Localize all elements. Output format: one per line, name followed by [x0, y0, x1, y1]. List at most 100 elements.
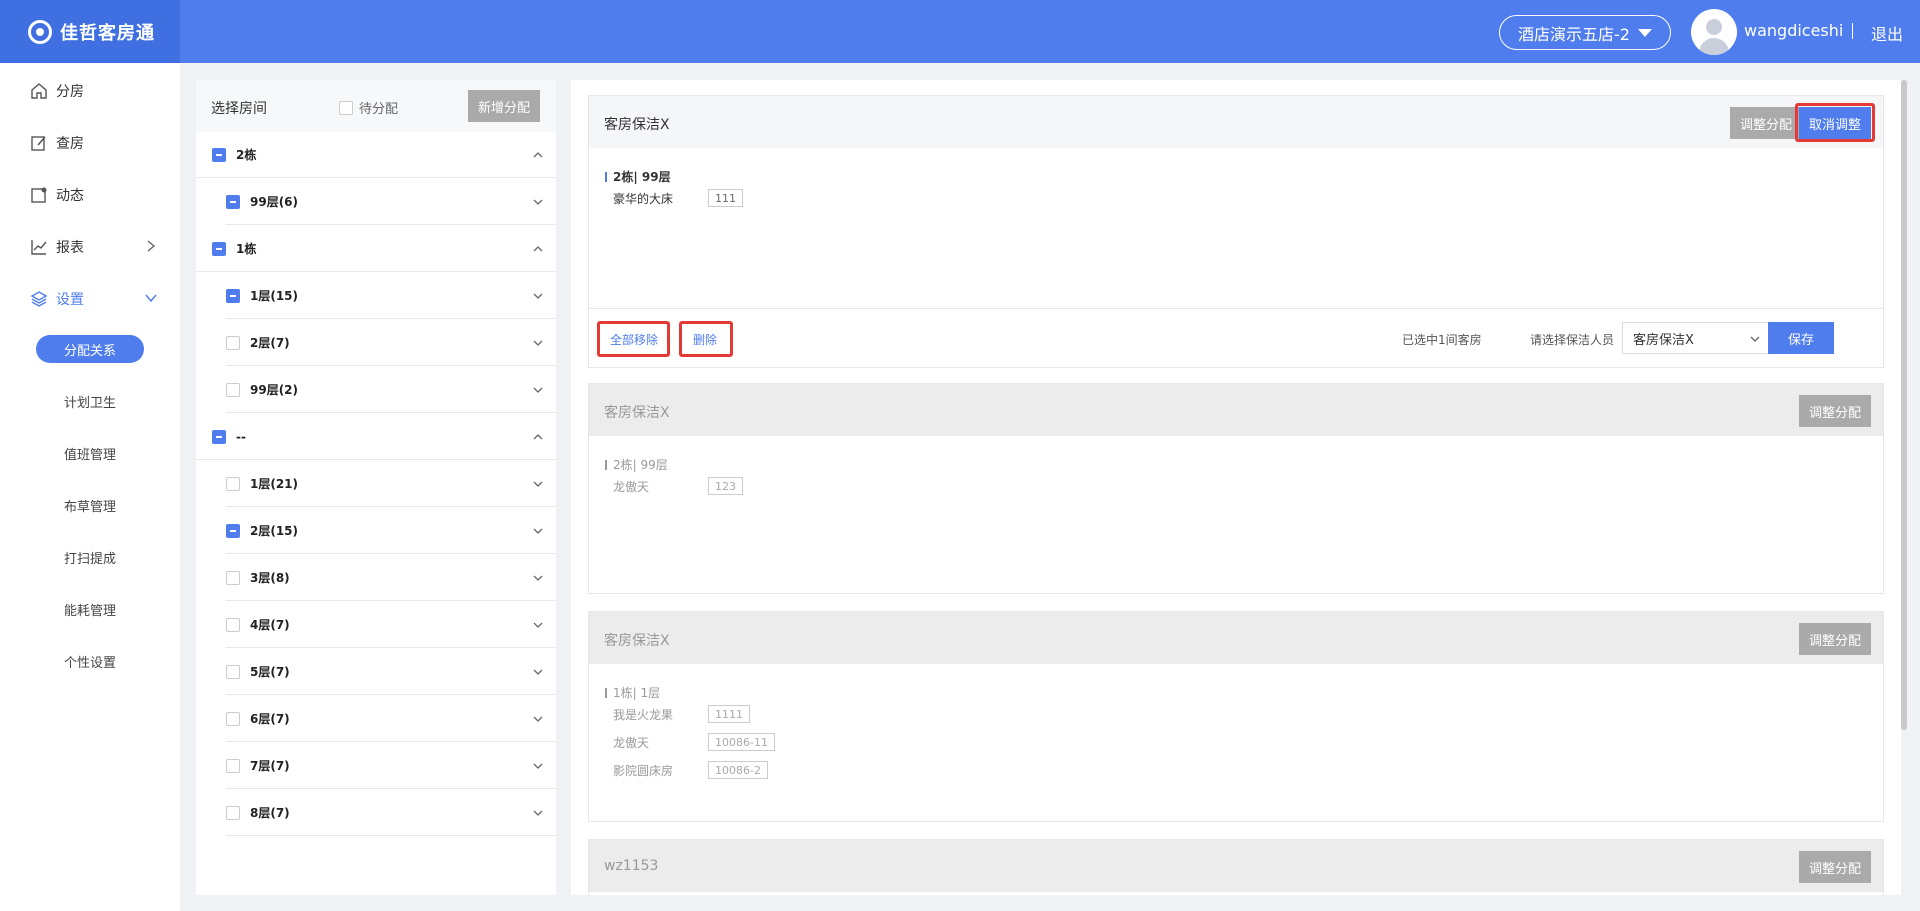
tree-label: 4层(7) [250, 618, 290, 632]
tree-checkbox[interactable] [212, 429, 226, 444]
adjust-assignment-button[interactable]: 调整分配 [1799, 851, 1871, 883]
tree-floor[interactable]: 8层(7) [226, 790, 556, 836]
sidebar-item-label: 报表 [56, 240, 84, 256]
tree-floor[interactable]: 2层(7) [226, 320, 556, 366]
logout-link[interactable]: 退出 [1871, 21, 1903, 45]
sidebar-sub-personal[interactable]: 个性设置 [36, 647, 144, 675]
sidebar: 分房 查房 动态 报表 设置 分配关系 计划卫生 值班管理 布草管理 打扫提成 … [0, 63, 180, 911]
layers-icon [30, 291, 48, 307]
tree-checkbox[interactable] [226, 664, 240, 679]
remove-all-button[interactable]: 全部移除 [610, 331, 658, 348]
tree-checkbox[interactable] [226, 335, 240, 350]
chevron-down-icon[interactable] [532, 666, 544, 678]
tree-floor[interactable]: 1层(21) [226, 461, 556, 507]
assignment-card: wz1153 调整分配 [588, 839, 1884, 895]
hotel-select-label: 酒店演示五店-2 [1518, 24, 1630, 44]
chevron-right-icon [147, 240, 156, 252]
sidebar-sub-energy[interactable]: 能耗管理 [36, 595, 144, 623]
chevron-down-icon[interactable] [532, 384, 544, 396]
tree-checkbox[interactable] [226, 523, 240, 538]
tree-checkbox[interactable] [226, 805, 240, 820]
chevron-down-icon[interactable] [532, 619, 544, 631]
cleaner-select[interactable]: 客房保洁X [1622, 322, 1772, 354]
room-number: 1111 [708, 705, 750, 723]
chevron-down-icon[interactable] [532, 713, 544, 725]
tree-checkbox[interactable] [226, 194, 240, 209]
delete-button[interactable]: 删除 [693, 331, 717, 348]
sidebar-item-assign[interactable]: 分房 [30, 81, 84, 101]
adjust-assignment-button[interactable]: 调整分配 [1799, 395, 1871, 427]
tree-floor[interactable]: 99层(2) [226, 367, 556, 413]
room-group-label: 1栋| 1层 [605, 684, 660, 701]
chevron-down-icon[interactable] [532, 337, 544, 349]
chevron-down-icon[interactable] [532, 807, 544, 819]
assignment-card: 客房保洁X 调整分配 1栋| 1层 我是火龙果 1111 龙傲天 10086-1… [588, 611, 1884, 822]
room-name: 龙傲天 [613, 480, 650, 494]
username[interactable]: wangdiceshi [1744, 21, 1843, 40]
tree-label: 1层(15) [250, 289, 299, 303]
chevron-up-icon[interactable] [532, 149, 544, 161]
sidebar-item-settings[interactable]: 设置 [30, 289, 84, 309]
adjust-assignment-button[interactable]: 调整分配 [1799, 623, 1871, 655]
room-number[interactable]: 111 [708, 189, 743, 207]
pending-checkbox[interactable] [339, 100, 353, 115]
room-number: 10086-11 [708, 733, 775, 751]
sidebar-sub-commission[interactable]: 打扫提成 [36, 543, 144, 571]
sidebar-sub-duty[interactable]: 值班管理 [36, 439, 144, 467]
tree-checkbox[interactable] [226, 382, 240, 397]
tree-floor[interactable]: 6层(7) [226, 696, 556, 742]
tree-checkbox[interactable] [226, 288, 240, 303]
tree-label: 99层(6) [250, 195, 299, 209]
tree-floor[interactable]: 1层(15) [226, 273, 556, 319]
chevron-down-icon[interactable] [532, 572, 544, 584]
scrollbar[interactable] [1901, 80, 1907, 730]
card-title: 客房保洁X [604, 117, 670, 133]
save-button[interactable]: 保存 [1768, 322, 1834, 354]
selected-count-text: 已选中1间客房 [1402, 333, 1482, 347]
sidebar-sub-plan-cleaning[interactable]: 计划卫生 [36, 387, 144, 415]
sidebar-item-inspect[interactable]: 查房 [30, 133, 84, 153]
sidebar-item-activity[interactable]: 动态 [30, 185, 84, 205]
tree-checkbox[interactable] [212, 147, 226, 162]
tree-building[interactable]: 1栋 [196, 226, 556, 272]
tree-floor[interactable]: 5层(7) [226, 649, 556, 695]
edit-icon [31, 136, 46, 151]
pending-filter[interactable]: 待分配 [339, 98, 398, 117]
tree-checkbox[interactable] [212, 241, 226, 256]
chevron-up-icon[interactable] [532, 243, 544, 255]
tree-checkbox[interactable] [226, 476, 240, 491]
tree-label: 6层(7) [250, 712, 290, 726]
chevron-down-icon[interactable] [532, 290, 544, 302]
tree-building[interactable]: -- [196, 414, 556, 460]
card-title: 客房保洁X [604, 405, 670, 421]
room-name: 龙傲天 [613, 736, 650, 750]
tree-checkbox[interactable] [226, 570, 240, 585]
chevron-down-icon[interactable] [532, 196, 544, 208]
cancel-adjust-button[interactable]: 取消调整 [1799, 107, 1871, 139]
chevron-up-icon[interactable] [532, 431, 544, 443]
sidebar-sub-assign-relation[interactable]: 分配关系 [36, 335, 144, 363]
chevron-down-icon[interactable] [532, 760, 544, 772]
brand-name: 佳哲客房通 [60, 22, 155, 44]
sidebar-sub-linen[interactable]: 布草管理 [36, 491, 144, 519]
avatar[interactable] [1691, 9, 1737, 55]
hotel-select[interactable]: 酒店演示五店-2 [1499, 15, 1671, 50]
tree-checkbox[interactable] [226, 617, 240, 632]
brand: 佳哲客房通 [0, 0, 180, 63]
room-group-label: 2栋| 99层 [605, 456, 668, 473]
sidebar-item-reports[interactable]: 报表 [30, 237, 84, 257]
tree-label: 2层(7) [250, 336, 290, 350]
tree-floor[interactable]: 99层(6) [226, 179, 556, 225]
home-icon [31, 83, 47, 99]
tree-floor[interactable]: 2层(15) [226, 508, 556, 554]
adjust-assignment-button[interactable]: 调整分配 [1730, 107, 1802, 139]
chevron-down-icon[interactable] [532, 525, 544, 537]
chevron-down-icon[interactable] [532, 478, 544, 490]
tree-checkbox[interactable] [226, 758, 240, 773]
add-assignment-button[interactable]: 新增分配 [468, 90, 540, 122]
tree-checkbox[interactable] [226, 711, 240, 726]
tree-floor[interactable]: 4层(7) [226, 602, 556, 648]
tree-floor[interactable]: 3层(8) [226, 555, 556, 601]
tree-building[interactable]: 2栋 [196, 132, 556, 178]
tree-floor[interactable]: 7层(7) [226, 743, 556, 789]
